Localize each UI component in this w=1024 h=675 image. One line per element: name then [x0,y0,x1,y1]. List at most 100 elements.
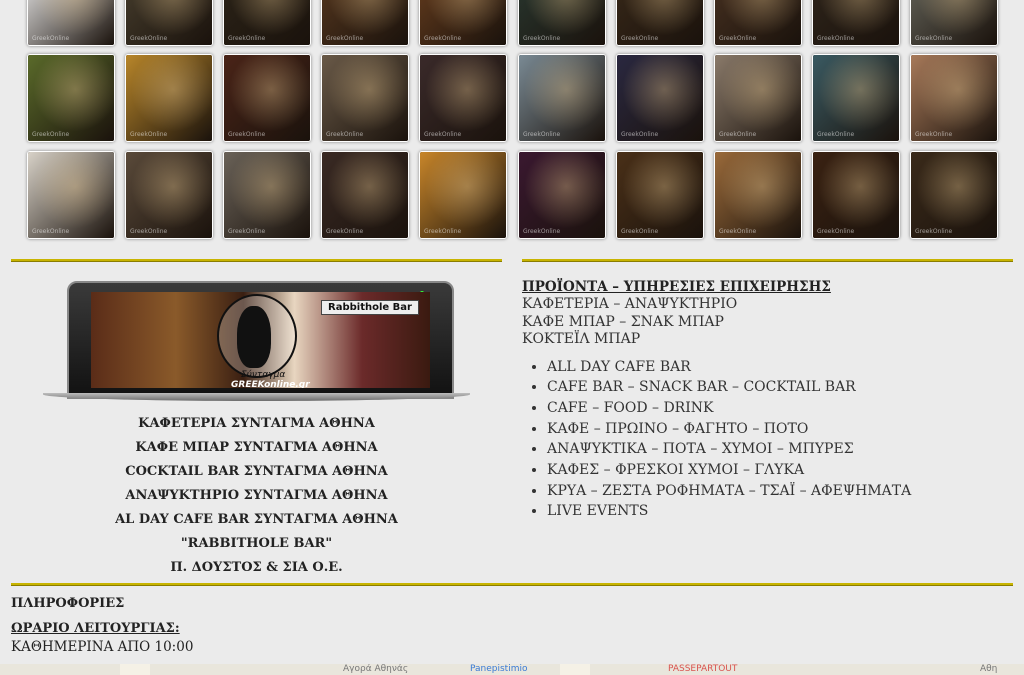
photo-icon [617,152,703,238]
gallery-thumbnail[interactable]: GreekOnline [419,0,507,46]
title-line: ΑΝΑΨΥΚΤΗΡΙΟ ΣΥΝΤΑΓΜΑ ΑΘΗΝΑ [125,488,388,503]
gallery-thumbnail[interactable]: GreekOnline [616,54,704,142]
gallery-thumbnail[interactable]: GreekOnline [616,0,704,46]
map-label: PASSEPARTOUT [668,664,738,674]
title-line: ΚΑΦΕΤΕΡΙΑ ΣΥΝΤΑΓΜΑ ΑΘΗΝΑ [138,416,375,431]
watermark-text: GreekOnline [523,35,561,42]
watermark-text: GreekOnline [32,228,70,235]
watermark-text: GreekOnline [32,131,70,138]
business-titles: ΚΑΦΕΤΕΡΙΑ ΣΥΝΤΑΓΜΑ ΑΘΗΝΑ ΚΑΦΕ ΜΠΑΡ ΣΥΝΤΑ… [10,412,503,580]
photo-icon [617,55,703,141]
category-line: ΚΑΦΕΤΕΡΙΑ – ΑΝΑΨΥΚΤΗΡΙΟ [522,296,738,312]
map-label: Panepistimio [470,664,528,674]
map-road [560,664,590,675]
map-embed[interactable]: Αγορά Αθηνάς Panepistimio PASSEPARTOUT Α… [0,664,1024,675]
watermark-text: GreekOnline [326,35,364,42]
gallery-thumbnail[interactable]: GreekOnline [419,151,507,239]
list-item: CAFE BAR – SNACK BAR – COCKTAIL BAR [547,377,1012,398]
watermark-text: GreekOnline [817,131,855,138]
watermark-text: GreekOnline [424,131,462,138]
watermark-text: GreekOnline [228,131,266,138]
watermark-text: GreekOnline [424,35,462,42]
products-heading: ΠΡΟΪΟΝΤΑ – ΥΠΗΡΕΣΙΕΣ ΕΠΙΧΕΙΡΗΣΗΣ [522,279,831,295]
gallery-thumbnail[interactable]: GreekOnline [125,54,213,142]
gallery-thumbnail[interactable]: GreekOnline [125,151,213,239]
city-label: Σύνταγμα [241,370,286,380]
gallery-thumbnail[interactable]: GreekOnline [714,151,802,239]
gallery-thumbnail[interactable]: GreekOnline [518,54,606,142]
watermark-text: GreekOnline [326,131,364,138]
gallery-thumbnail[interactable]: GreekOnline [321,54,409,142]
photo-icon [519,152,605,238]
photo-icon [420,55,506,141]
photo-icon [28,152,114,238]
gallery-thumbnail[interactable]: GreekOnline [714,54,802,142]
products-list: ALL DAY CAFE BAR CAFE BAR – SNACK BAR – … [522,357,1012,523]
photo-icon [813,55,899,141]
gallery-thumbnail[interactable]: GreekOnline [518,151,606,239]
photo-icon [28,55,114,141]
watermark-text: GreekOnline [130,35,168,42]
gallery-thumbnail[interactable]: GreekOnline [910,0,998,46]
gallery-thumbnail[interactable]: GreekOnline [223,54,311,142]
list-item: ΚΑΦΕ – ΠΡΩΙΝΟ – ΦΑΓΗΤΟ – ΠΟΤΟ [547,419,1012,440]
watermark-text: GreekOnline [621,35,659,42]
watermark-text: GreekOnline [915,228,953,235]
gallery-thumbnail[interactable]: GreekOnline [223,0,311,46]
photo-icon [126,152,212,238]
photo-icon [224,152,310,238]
map-label: Αγορά Αθηνάς [343,664,409,674]
watermark-text: GreekOnline [621,131,659,138]
list-item: ALL DAY CAFE BAR [547,357,1012,378]
list-item: ΚΡΥΑ – ΖΕΣΤΑ ΡΟΦΗΜΑΤΑ – ΤΣΑΪ – ΑΦΕΨΗΜΑΤΑ [547,481,1012,502]
laptop-base [43,393,470,401]
gallery-thumbnail[interactable]: GreekOnline [27,151,115,239]
gallery-thumbnail[interactable]: GreekOnline [714,0,802,46]
site-label: GREEKonline.gr [231,380,310,388]
gallery-thumbnail[interactable]: GreekOnline [910,151,998,239]
gallery-thumbnail[interactable]: GreekOnline [812,54,900,142]
title-line: Π. ΔΟΥΣΤΟΣ & ΣΙΑ Ο.Ε. [170,560,343,575]
watermark-text: GreekOnline [32,35,70,42]
rabbit-icon [237,306,271,368]
photo-icon [322,152,408,238]
photo-icon [911,152,997,238]
watermark-text: GreekOnline [817,228,855,235]
gallery-thumbnail[interactable]: GreekOnline [27,0,115,46]
gallery-thumbnail[interactable]: GreekOnline [812,151,900,239]
gallery-thumbnail[interactable]: GreekOnline [419,54,507,142]
gallery-thumbnail[interactable]: GreekOnline [321,0,409,46]
watermark-text: GreekOnline [228,228,266,235]
gallery-thumbnail[interactable]: GreekOnline [812,0,900,46]
gallery-thumbnail[interactable]: GreekOnline [910,54,998,142]
photo-icon [519,55,605,141]
map-road [120,664,150,675]
laptop-lid: Rabbithole Bar Σύνταγμα GREEKonline.gr [67,281,454,399]
info-separator [11,583,1013,585]
products-services: ΠΡΟΪΟΝΤΑ – ΥΠΗΡΕΣΙΕΣ ΕΠΙΧΕΙΡΗΣΗΣ ΚΑΦΕΤΕΡ… [522,279,1012,522]
map-label: Αθη [980,664,998,674]
laptop-banner[interactable]: Rabbithole Bar Σύνταγμα GREEKonline.gr [43,281,470,403]
list-item: LIVE EVENTS [547,501,1012,522]
photo-icon [715,55,801,141]
category-line: ΚΟΚΤΕΪΛ ΜΠΑΡ [522,331,641,347]
gallery-thumbnail[interactable]: GreekOnline [321,151,409,239]
title-line: "RABBITHOLE BAR" [180,536,333,551]
photo-icon [224,55,310,141]
photo-icon [322,55,408,141]
laptop-screen: Rabbithole Bar Σύνταγμα GREEKonline.gr [91,292,430,388]
gallery-thumbnail[interactable]: GreekOnline [27,54,115,142]
gallery-thumbnail[interactable]: GreekOnline [616,151,704,239]
watermark-text: GreekOnline [130,131,168,138]
gallery-thumbnail[interactable]: GreekOnline [125,0,213,46]
right-separator [522,259,1013,261]
watermark-text: GreekOnline [130,228,168,235]
gallery-thumbnail[interactable]: GreekOnline [518,0,606,46]
hours-value: ΚΑΘΗΜΕΡΙΝΑ ΑΠΟ 10:00 [11,639,194,655]
watermark-text: GreekOnline [523,228,561,235]
gallery-thumbnail[interactable]: GreekOnline [223,151,311,239]
title-line: COCKTAIL BAR ΣΥΝΤΑΓΜΑ ΑΘΗΝΑ [125,464,388,479]
photo-icon [420,152,506,238]
list-item: ΚΑΦΕΣ – ΦΡΕΣΚΟΙ ΧΥΜΟΙ – ΓΛΥΚΑ [547,460,1012,481]
brand-label: Rabbithole Bar [321,300,419,315]
